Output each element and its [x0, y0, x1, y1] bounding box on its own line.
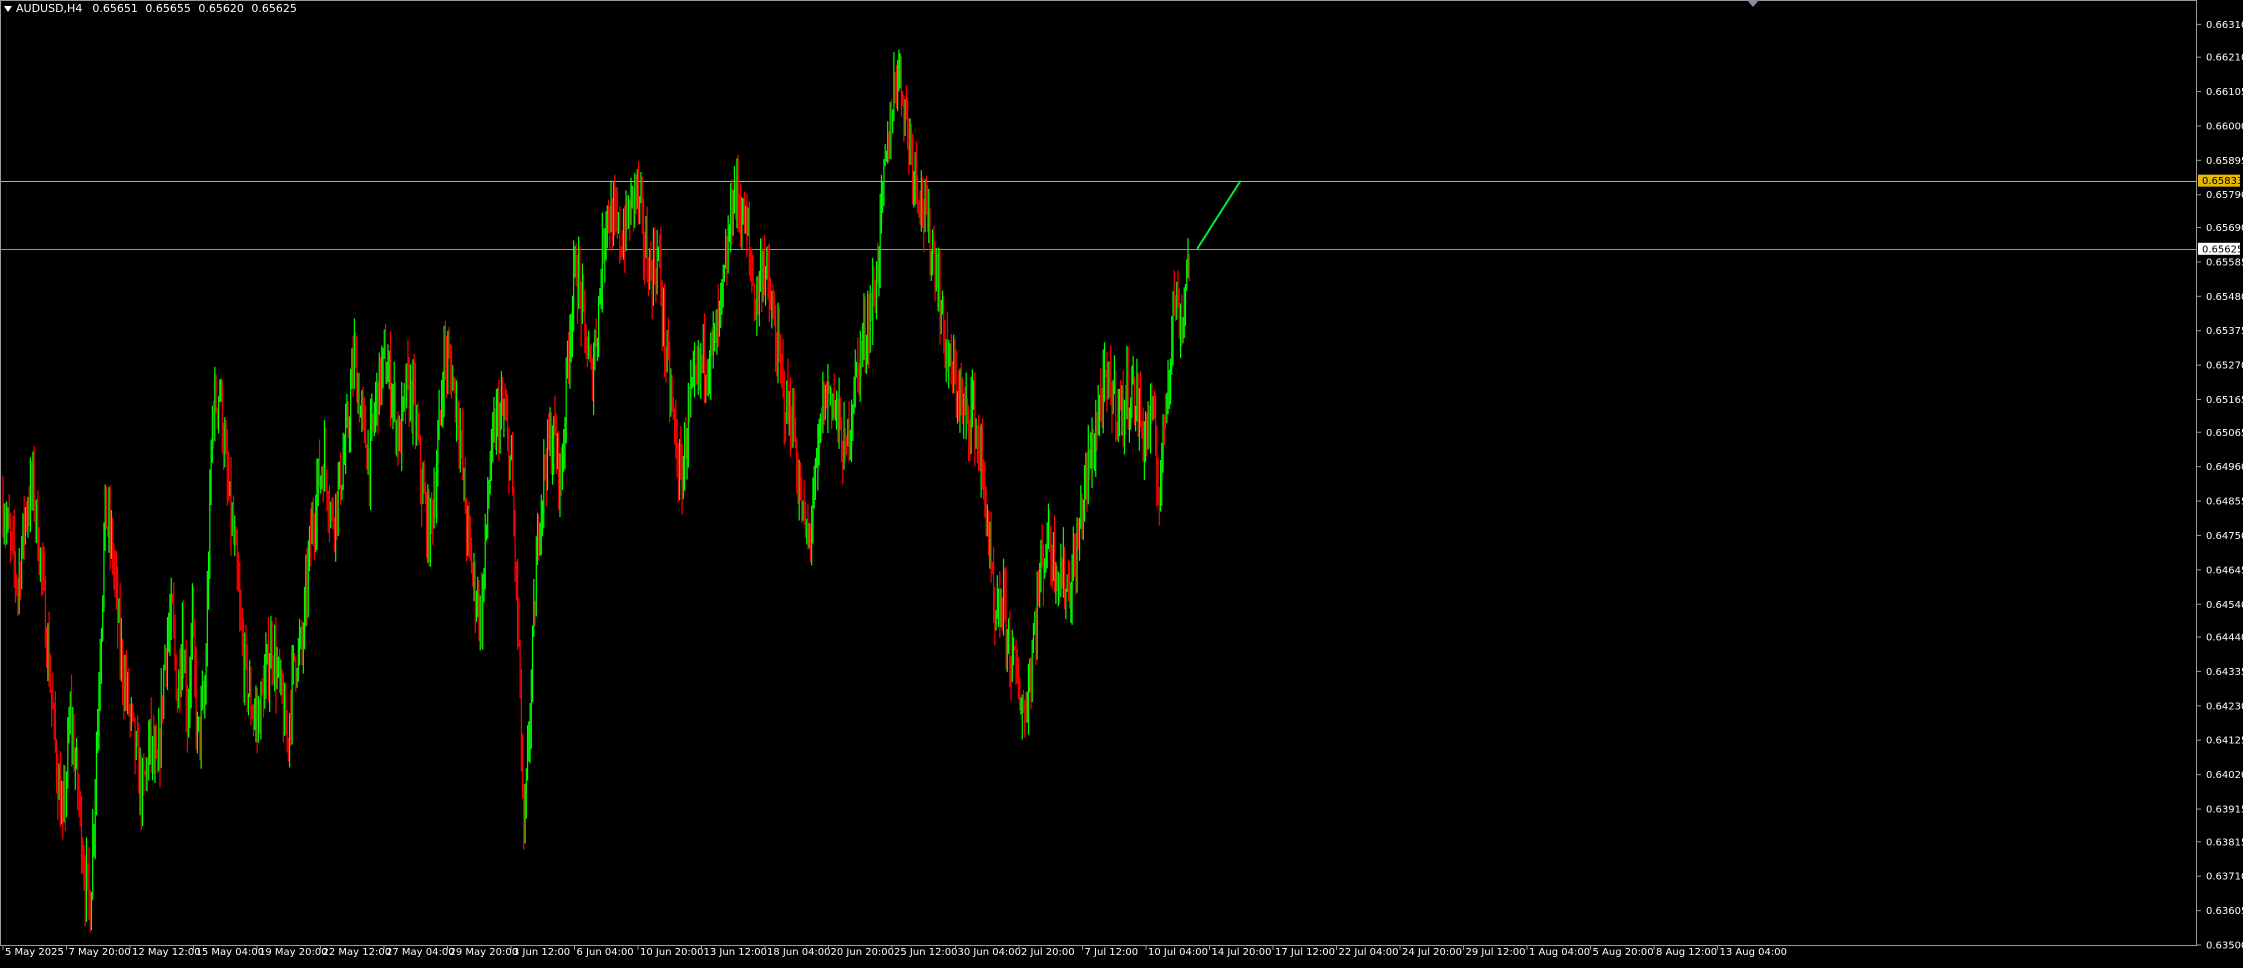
x-tick-label: 1 Aug 04:00	[1529, 947, 1590, 958]
x-tick-label: 6 Jun 04:00	[577, 947, 634, 958]
x-tick-label: 22 May 12:00	[323, 947, 392, 958]
candlestick-chart[interactable]: 0.66310 0.66210 0.66105 0.66000 0.65895 0.657…	[0, 0, 2243, 968]
open-value: 0.65651	[92, 2, 138, 15]
x-tick-label: 5 May 2025	[5, 947, 64, 958]
y-tick-label: 0.65585	[2206, 257, 2243, 268]
y-tick-label: 0.66000	[2206, 121, 2243, 132]
x-tick-label: 14 Jul 20:00	[1212, 947, 1272, 958]
x-tick-label: 13 Aug 04:00	[1720, 947, 1787, 958]
y-tick-label: 0.64540	[2206, 600, 2243, 611]
y-tick-label: 0.65480	[2206, 292, 2243, 303]
symbol-label: AUDUSD,H4	[16, 2, 83, 15]
y-tick-label: 0.65895	[2206, 156, 2243, 167]
chart-shift-marker-icon[interactable]	[1747, 0, 1759, 7]
y-tick-label: 0.64440	[2206, 633, 2243, 644]
y-tick-label: 0.64645	[2206, 565, 2243, 576]
x-tick-label: 18 Jun 04:00	[767, 947, 831, 958]
y-tick-label: 0.63710	[2206, 872, 2243, 883]
y-tick-label: 0.65790	[2206, 190, 2243, 201]
x-tick-label: 10 Jul 04:00	[1148, 947, 1208, 958]
y-tick-label: 0.63605	[2206, 906, 2243, 917]
x-tick-label: 5 Aug 20:00	[1593, 947, 1654, 958]
x-tick-label: 20 Jun 20:00	[831, 947, 895, 958]
y-tick-label: 0.63500	[2206, 941, 2243, 952]
price-tag-label: 0.65833	[2202, 176, 2243, 187]
x-tick-label: 30 Jun 04:00	[958, 947, 1022, 958]
y-tick-label: 0.65375	[2206, 326, 2243, 337]
y-tick-label: 0.66105	[2206, 87, 2243, 98]
price-tag-label: 0.65625	[2202, 244, 2243, 255]
y-tick-label: 0.64855	[2206, 497, 2243, 508]
x-tick-label: 13 Jun 12:00	[704, 947, 768, 958]
projection-line	[1196, 180, 1242, 250]
time-axis[interactable]: 5 May 2025 7 May 20:00 12 May 12:0015 May …	[2, 945, 1787, 958]
y-tick-label: 0.64125	[2206, 736, 2243, 747]
dropdown-triangle-icon[interactable]	[4, 5, 12, 12]
y-tick-label: 0.66310	[2206, 20, 2243, 31]
x-tick-label: 27 May 04:00	[386, 947, 455, 958]
y-tick-label: 0.65165	[2206, 395, 2243, 406]
x-tick-label: 24 Jul 20:00	[1402, 947, 1462, 958]
low-value: 0.65620	[198, 2, 244, 15]
x-tick-label: 29 Jul 12:00	[1466, 947, 1526, 958]
x-tick-label: 29 May 20:00	[450, 947, 519, 958]
x-tick-label: 25 Jun 12:00	[894, 947, 958, 958]
x-tick-label: 2 Jul 20:00	[1021, 947, 1075, 958]
close-value: 0.65625	[251, 2, 297, 15]
x-tick-label: 3 Jun 12:00	[513, 947, 570, 958]
y-tick-label: 0.65690	[2206, 223, 2243, 234]
y-tick-label: 0.64230	[2206, 701, 2243, 712]
y-tick-label: 0.65065	[2206, 428, 2243, 439]
chart-header: AUDUSD,H4 0.65651 0.65655 0.65620 0.6562…	[4, 2, 301, 15]
y-tick-label: 0.64960	[2206, 462, 2243, 473]
x-tick-label: 15 May 04:00	[196, 947, 265, 958]
x-tick-label: 17 Jul 12:00	[1275, 947, 1335, 958]
plot-frame	[0, 0, 2197, 946]
y-tick-label: 0.65270	[2206, 361, 2243, 372]
high-value: 0.65655	[145, 2, 191, 15]
y-tick-label: 0.64335	[2206, 667, 2243, 678]
price-axis[interactable]: 0.66310 0.66210 0.66105 0.66000 0.65895 0.657…	[2196, 20, 2243, 952]
x-tick-label: 7 Jul 12:00	[1085, 947, 1139, 958]
x-tick-label: 8 Aug 12:00	[1656, 947, 1717, 958]
x-tick-label: 19 May 20:00	[259, 947, 328, 958]
x-tick-label: 22 Jul 04:00	[1339, 947, 1399, 958]
y-tick-label: 0.66210	[2206, 53, 2243, 64]
y-tick-label: 0.64020	[2206, 770, 2243, 781]
x-tick-label: 12 May 12:00	[132, 947, 201, 958]
projection-segment	[1196, 180, 1242, 250]
x-tick-label: 7 May 20:00	[69, 947, 131, 958]
horizontal-lines	[0, 181, 2196, 250]
y-tick-label: 0.63915	[2206, 805, 2243, 816]
y-tick-label: 0.63815	[2206, 837, 2243, 848]
y-tick-label: 0.64750	[2206, 531, 2243, 542]
x-tick-label: 10 Jun 20:00	[640, 947, 704, 958]
ohlc-values: 0.65651 0.65655 0.65620 0.65625	[92, 2, 301, 15]
chart-window[interactable]: 0.66310 0.66210 0.66105 0.66000 0.65895 0.657…	[0, 0, 2243, 968]
